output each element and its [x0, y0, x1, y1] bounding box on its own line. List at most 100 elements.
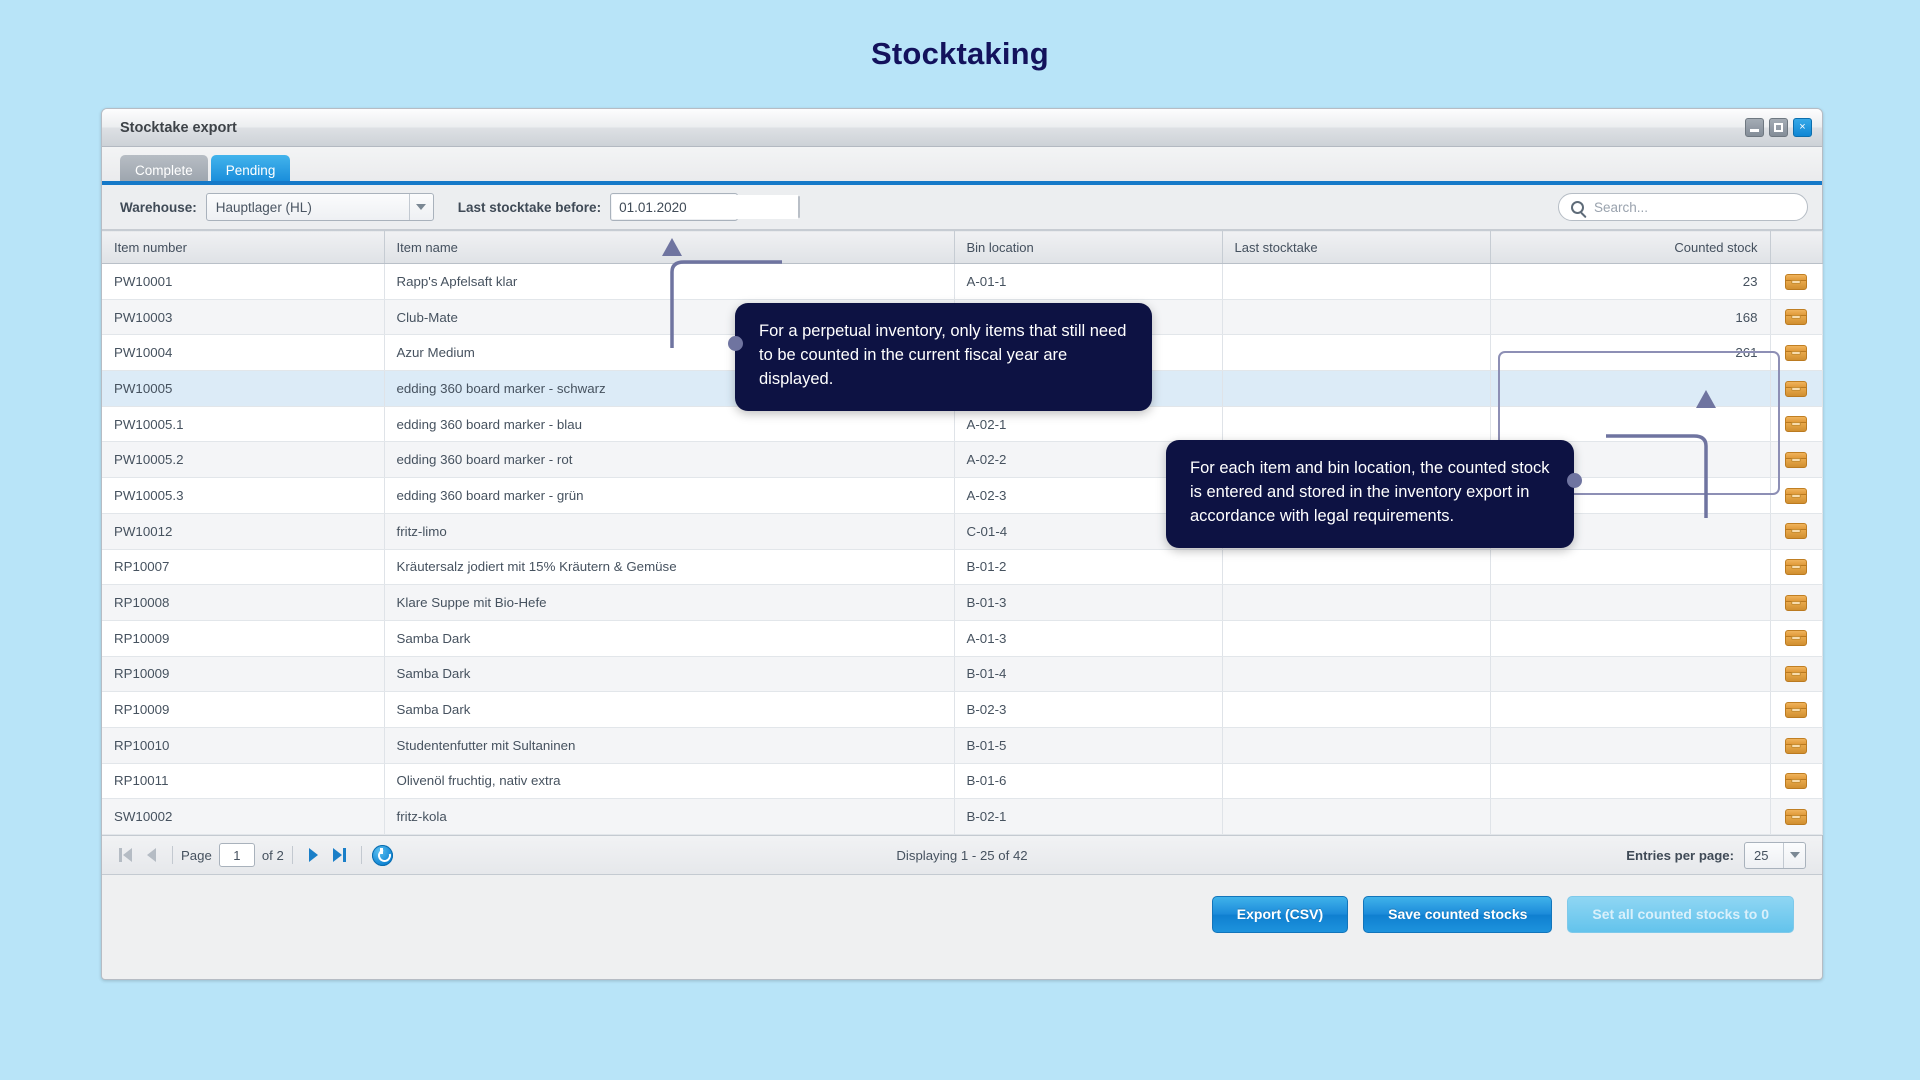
table-row[interactable]: RP10009 Samba Dark A-01-3: [102, 620, 1823, 657]
export-csv-button[interactable]: Export (CSV): [1211, 895, 1349, 933]
warehouse-select[interactable]: Hauptlager (HL): [205, 193, 434, 221]
package-box-icon[interactable]: [1785, 416, 1807, 433]
package-box-icon[interactable]: [1785, 630, 1807, 647]
package-box-icon[interactable]: [1785, 808, 1807, 825]
page-number-input[interactable]: [218, 843, 255, 867]
refresh-icon[interactable]: [370, 842, 396, 868]
table-row[interactable]: RP10008 Klare Suppe mit Bio-Hefe B-01-3: [102, 584, 1823, 621]
package-box-icon[interactable]: [1785, 523, 1807, 540]
cell-counted-stock[interactable]: [1490, 406, 1771, 443]
table-row[interactable]: RP10009 Samba Dark B-02-3: [102, 691, 1823, 728]
entries-per-page-label: Entries per page:: [1626, 847, 1734, 863]
cell-actions: [1770, 584, 1823, 621]
last-stocktake-input[interactable]: [612, 195, 799, 219]
entries-per-page-value: 25: [1754, 847, 1769, 863]
maximize-icon[interactable]: [1769, 118, 1788, 137]
cell-actions: [1770, 513, 1823, 550]
warehouse-select-value: Hauptlager (HL): [215, 199, 312, 215]
cell-item-number: PW10005: [102, 370, 385, 407]
table-header-row: Item number Item name Bin location Last …: [102, 230, 1823, 264]
search-icon: [1571, 200, 1584, 214]
calendar-icon[interactable]: [798, 196, 801, 218]
cell-actions: [1770, 263, 1823, 300]
cell-bin-location: B-01-6: [954, 763, 1223, 800]
column-header-counted-stock[interactable]: Counted stock: [1490, 230, 1771, 264]
cell-counted-stock[interactable]: [1490, 370, 1771, 407]
package-box-icon[interactable]: [1785, 559, 1807, 576]
package-box-icon[interactable]: [1785, 380, 1807, 397]
cell-last-stocktake: [1222, 263, 1491, 300]
cell-counted-stock[interactable]: [1490, 763, 1771, 800]
cell-item-number: PW10005.3: [102, 477, 385, 514]
cell-counted-stock[interactable]: [1490, 798, 1771, 835]
cell-counted-stock[interactable]: [1490, 727, 1771, 764]
cell-actions: [1770, 441, 1823, 479]
cell-last-stocktake: [1222, 334, 1491, 372]
column-header-item-name[interactable]: Item name: [384, 230, 955, 264]
package-box-icon[interactable]: [1785, 452, 1807, 469]
table-row[interactable]: SW10002 fritz-kola B-02-1: [102, 798, 1823, 835]
package-box-icon[interactable]: [1785, 594, 1807, 611]
first-page-icon[interactable]: [112, 842, 138, 868]
package-box-icon[interactable]: [1785, 487, 1807, 504]
next-page-icon[interactable]: [301, 842, 327, 868]
tab-complete-label: Complete: [135, 162, 193, 178]
entries-per-page-select[interactable]: 25: [1744, 841, 1806, 869]
cell-item-name: Klare Suppe mit Bio-Hefe: [384, 584, 955, 621]
cell-actions: [1770, 477, 1823, 514]
window-titlebar: Stocktake export ×: [102, 109, 1822, 147]
cell-last-stocktake: [1222, 299, 1491, 336]
table-row[interactable]: RP10011 Olivenöl fruchtig, nativ extra B-0…: [102, 763, 1823, 800]
package-box-icon[interactable]: [1785, 737, 1807, 754]
filter-toolbar: Warehouse: Hauptlager (HL) Last stocktak…: [102, 185, 1822, 230]
table-row[interactable]: PW10001 Rapp's Apfelsaft klar A-01-1 23: [102, 263, 1823, 300]
package-box-icon[interactable]: [1785, 273, 1807, 290]
search-input[interactable]: [1592, 198, 1795, 216]
column-header-bin-location[interactable]: Bin location: [954, 230, 1223, 264]
cell-counted-stock[interactable]: [1490, 620, 1771, 657]
cell-actions: [1770, 763, 1823, 800]
minimize-icon[interactable]: [1745, 118, 1764, 137]
cell-last-stocktake: [1222, 620, 1491, 657]
cell-bin-location: A-02-1: [954, 406, 1223, 443]
package-box-icon[interactable]: [1785, 701, 1807, 718]
cell-item-number: PW10005.2: [102, 441, 385, 479]
cell-last-stocktake: [1222, 691, 1491, 728]
previous-page-icon[interactable]: [138, 842, 164, 868]
cell-counted-stock[interactable]: [1490, 549, 1771, 586]
table-row[interactable]: RP10010 Studentenfutter mit Sultaninen B-0…: [102, 727, 1823, 764]
cell-counted-stock[interactable]: 261: [1490, 334, 1771, 372]
chevron-down-icon: [1783, 842, 1805, 868]
cell-counted-stock[interactable]: [1490, 656, 1771, 693]
package-box-icon[interactable]: [1785, 666, 1807, 683]
package-box-icon[interactable]: [1785, 344, 1807, 361]
last-stocktake-label: Last stocktake before:: [457, 199, 602, 215]
cell-counted-stock[interactable]: [1490, 691, 1771, 728]
page-title: Stocktaking: [871, 36, 1049, 71]
last-page-icon[interactable]: [327, 842, 353, 868]
cell-actions: [1770, 691, 1823, 728]
column-header-last-stocktake[interactable]: Last stocktake: [1222, 230, 1491, 264]
column-header-item-number[interactable]: Item number: [102, 230, 385, 264]
table-row[interactable]: PW10005.1 edding 360 board marker - blau A…: [102, 406, 1823, 443]
cell-item-name: edding 360 board marker - grün: [384, 477, 955, 514]
cell-counted-stock[interactable]: 23: [1490, 263, 1771, 300]
cell-counted-stock[interactable]: [1490, 584, 1771, 621]
pagination-bar: Page of 2 Displaying 1 - 25 of 42 Entrie…: [102, 835, 1822, 875]
cell-item-name: edding 360 board marker - rot: [384, 441, 955, 479]
cell-item-number: RP10011: [102, 763, 385, 800]
table-row[interactable]: RP10009 Samba Dark B-01-4: [102, 656, 1823, 693]
cell-bin-location: B-02-1: [954, 798, 1223, 835]
cell-counted-stock[interactable]: 168: [1490, 299, 1771, 336]
cell-last-stocktake: [1222, 656, 1491, 693]
table-row[interactable]: RP10007 Kräutersalz jodiert mit 15% Kräut…: [102, 549, 1823, 586]
search-box[interactable]: [1558, 193, 1808, 221]
close-icon[interactable]: ×: [1793, 118, 1812, 137]
package-box-icon[interactable]: [1785, 309, 1807, 326]
cell-last-stocktake: [1222, 370, 1491, 407]
save-counted-stocks-button[interactable]: Save counted stocks: [1363, 895, 1553, 933]
package-box-icon[interactable]: [1785, 773, 1807, 790]
tab-underline: [102, 181, 1822, 185]
last-stocktake-date-field[interactable]: [610, 193, 801, 221]
page-label: Page: [181, 847, 212, 863]
